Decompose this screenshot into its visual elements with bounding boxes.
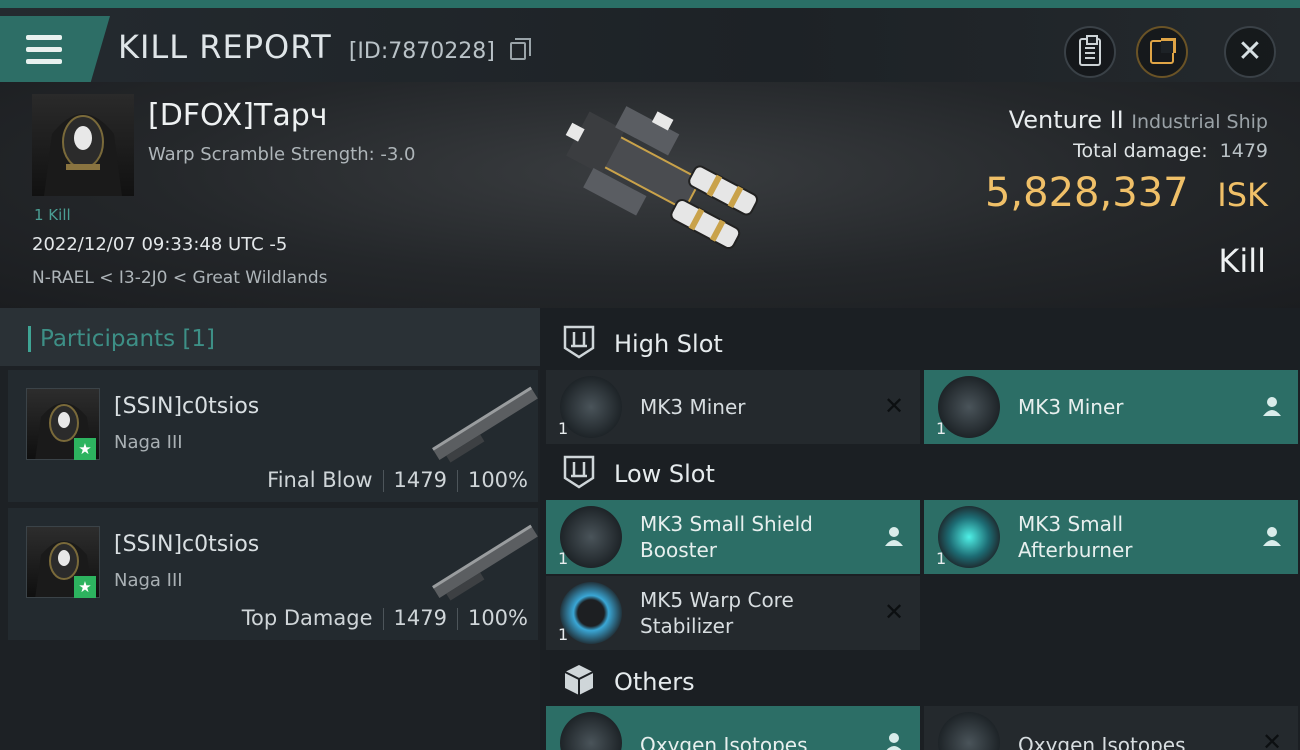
participants-header: Participants [1]: [0, 308, 540, 366]
menu-icon: [26, 35, 62, 65]
destroyed-icon: ✕: [883, 392, 905, 420]
copy-icon[interactable]: [509, 38, 531, 60]
participant-card[interactable]: ★ [SSIN]c0tsios Naga III Top Damage 1479 1…: [8, 508, 538, 640]
high-slot-icon: [563, 325, 595, 359]
module-quantity: 1: [558, 625, 569, 644]
low-slot-icon: [563, 455, 595, 489]
victim-name: [DFOX]Тарч: [148, 98, 328, 133]
header-bar: KILL REPORT [ID:7870228] ✕: [0, 8, 1300, 84]
module-slot[interactable]: Oxygen Isotopes ✕: [924, 706, 1298, 750]
total-damage: Total damage: 1479: [1073, 140, 1268, 162]
isk-unit: ISK: [1217, 176, 1268, 214]
participant-name: [SSIN]c0tsios: [114, 394, 260, 419]
others-header: Others: [546, 650, 1296, 710]
module-name: MK3 Miner: [1018, 395, 1124, 419]
modules-panel: High Slot 1 MK3 Miner ✕ 1 MK3 Miner Low …: [540, 308, 1300, 750]
dropped-person-icon: [886, 733, 902, 750]
participant-ship: Naga III: [114, 570, 183, 591]
participant-card[interactable]: ★ [SSIN]c0tsios Naga III Final Blow 1479 1…: [8, 370, 538, 502]
page-title: KILL REPORT [ID:7870228]: [118, 28, 531, 66]
close-icon: ✕: [1237, 34, 1263, 69]
module-name: Oxygen Isotopes: [640, 733, 808, 750]
high-slot-label: High Slot: [614, 330, 723, 358]
module-name: Oxygen Isotopes: [1018, 733, 1186, 750]
share-icon: [1150, 38, 1176, 64]
victim-avatar[interactable]: [32, 94, 134, 196]
oxygen-isotopes-icon: [560, 712, 622, 750]
dropped-person-icon: [1263, 397, 1281, 416]
ship-type: Venture II: [1008, 106, 1124, 134]
kill-date: 2022/12/07 09:33:48 UTC -5: [32, 234, 288, 255]
module-name: MK3 Small Shield Booster: [640, 512, 813, 562]
destroyed-icon: ✕: [1261, 728, 1283, 750]
module-name: MK3 Small Afterburner: [1018, 512, 1133, 562]
total-damage-value: 1479: [1219, 140, 1268, 162]
ship-class: Industrial Ship: [1131, 111, 1268, 133]
module-slot[interactable]: 1 MK3 Miner ✕: [546, 370, 920, 444]
victim-summary: [DFOX]Тарч Warp Scramble Strength: -3.0 …: [0, 82, 1300, 308]
participants-count: [1]: [182, 326, 216, 352]
module-quantity: 1: [936, 419, 947, 438]
weapon-image: [432, 524, 538, 601]
dropped-person-icon: [885, 527, 903, 546]
oxygen-isotopes-icon: [938, 712, 1000, 750]
kill-result: Kill: [1218, 242, 1266, 280]
module-quantity: 1: [936, 549, 947, 568]
menu-button[interactable]: [0, 16, 110, 84]
module-slot[interactable]: 1 MK3 Small Afterburner: [924, 500, 1298, 574]
module-slot[interactable]: 1 MK3 Small Shield Booster: [546, 500, 920, 574]
participants-title: Participants [1]: [40, 326, 216, 352]
low-slot-label: Low Slot: [614, 460, 715, 488]
participants-accent-bar: [28, 326, 31, 352]
star-badge-icon: ★: [74, 438, 96, 460]
participant-ship: Naga III: [114, 432, 183, 453]
kill-location: N-RAEL < I3-2J0 < Great Wildlands: [32, 268, 328, 288]
participant-damage: 1479: [393, 468, 447, 492]
weapon-image: [432, 386, 538, 463]
clipboard-button[interactable]: [1064, 26, 1116, 78]
ship-model-image: [565, 106, 759, 250]
participant-stats: Top Damage 1479 100%: [242, 606, 528, 630]
isk-amount: 5,828,337: [984, 170, 1189, 216]
shield-booster-icon: [560, 506, 622, 568]
kill-count[interactable]: 1 Kill: [34, 206, 71, 224]
close-button[interactable]: ✕: [1224, 26, 1276, 78]
module-name: MK3 Miner: [640, 395, 746, 419]
participant-percent: 100%: [467, 606, 528, 630]
participant-name: [SSIN]c0tsios: [114, 532, 260, 557]
low-slot-header: Low Slot: [546, 442, 1296, 502]
title-text: KILL REPORT: [118, 28, 332, 66]
participant-damage: 1479: [393, 606, 447, 630]
high-slot-header: High Slot: [546, 312, 1296, 372]
module-quantity: 1: [558, 419, 569, 438]
others-label: Others: [614, 668, 695, 696]
clipboard-icon: [1079, 35, 1101, 66]
dropped-person-icon: [1263, 527, 1281, 546]
star-badge-icon: ★: [74, 576, 96, 598]
participant-role: Top Damage: [241, 606, 373, 630]
miner-module-icon: [938, 376, 1000, 438]
warp-core-stabilizer-icon: [560, 582, 622, 644]
participants-panel: Participants [1] ★ [SSIN]c0tsios Naga II…: [0, 308, 540, 750]
destroyed-icon: ✕: [883, 598, 905, 626]
afterburner-icon: [938, 506, 1000, 568]
top-accent-line: [0, 0, 1300, 8]
share-button[interactable]: [1136, 26, 1188, 78]
cargo-box-icon: [564, 665, 594, 695]
miner-module-icon: [560, 376, 622, 438]
ship-name: Venture II Industrial Ship: [1009, 106, 1268, 134]
module-slot[interactable]: 1 MK5 Warp Core Stabilizer ✕: [546, 576, 920, 650]
module-quantity: 1: [558, 549, 569, 568]
participant-percent: 100%: [467, 468, 528, 492]
module-slot[interactable]: Oxygen Isotopes: [546, 706, 920, 750]
isk-value: 5,828,337 ISK: [985, 170, 1268, 216]
report-id: [ID:7870228]: [348, 39, 495, 64]
warp-scramble-strength: Warp Scramble Strength: -3.0: [148, 144, 416, 165]
participant-role: Final Blow: [267, 468, 373, 492]
participant-stats: Final Blow 1479 100%: [267, 468, 528, 492]
module-name: MK5 Warp Core Stabilizer: [640, 588, 794, 638]
total-damage-label: Total damage:: [1073, 140, 1208, 162]
module-slot[interactable]: 1 MK3 Miner: [924, 370, 1298, 444]
